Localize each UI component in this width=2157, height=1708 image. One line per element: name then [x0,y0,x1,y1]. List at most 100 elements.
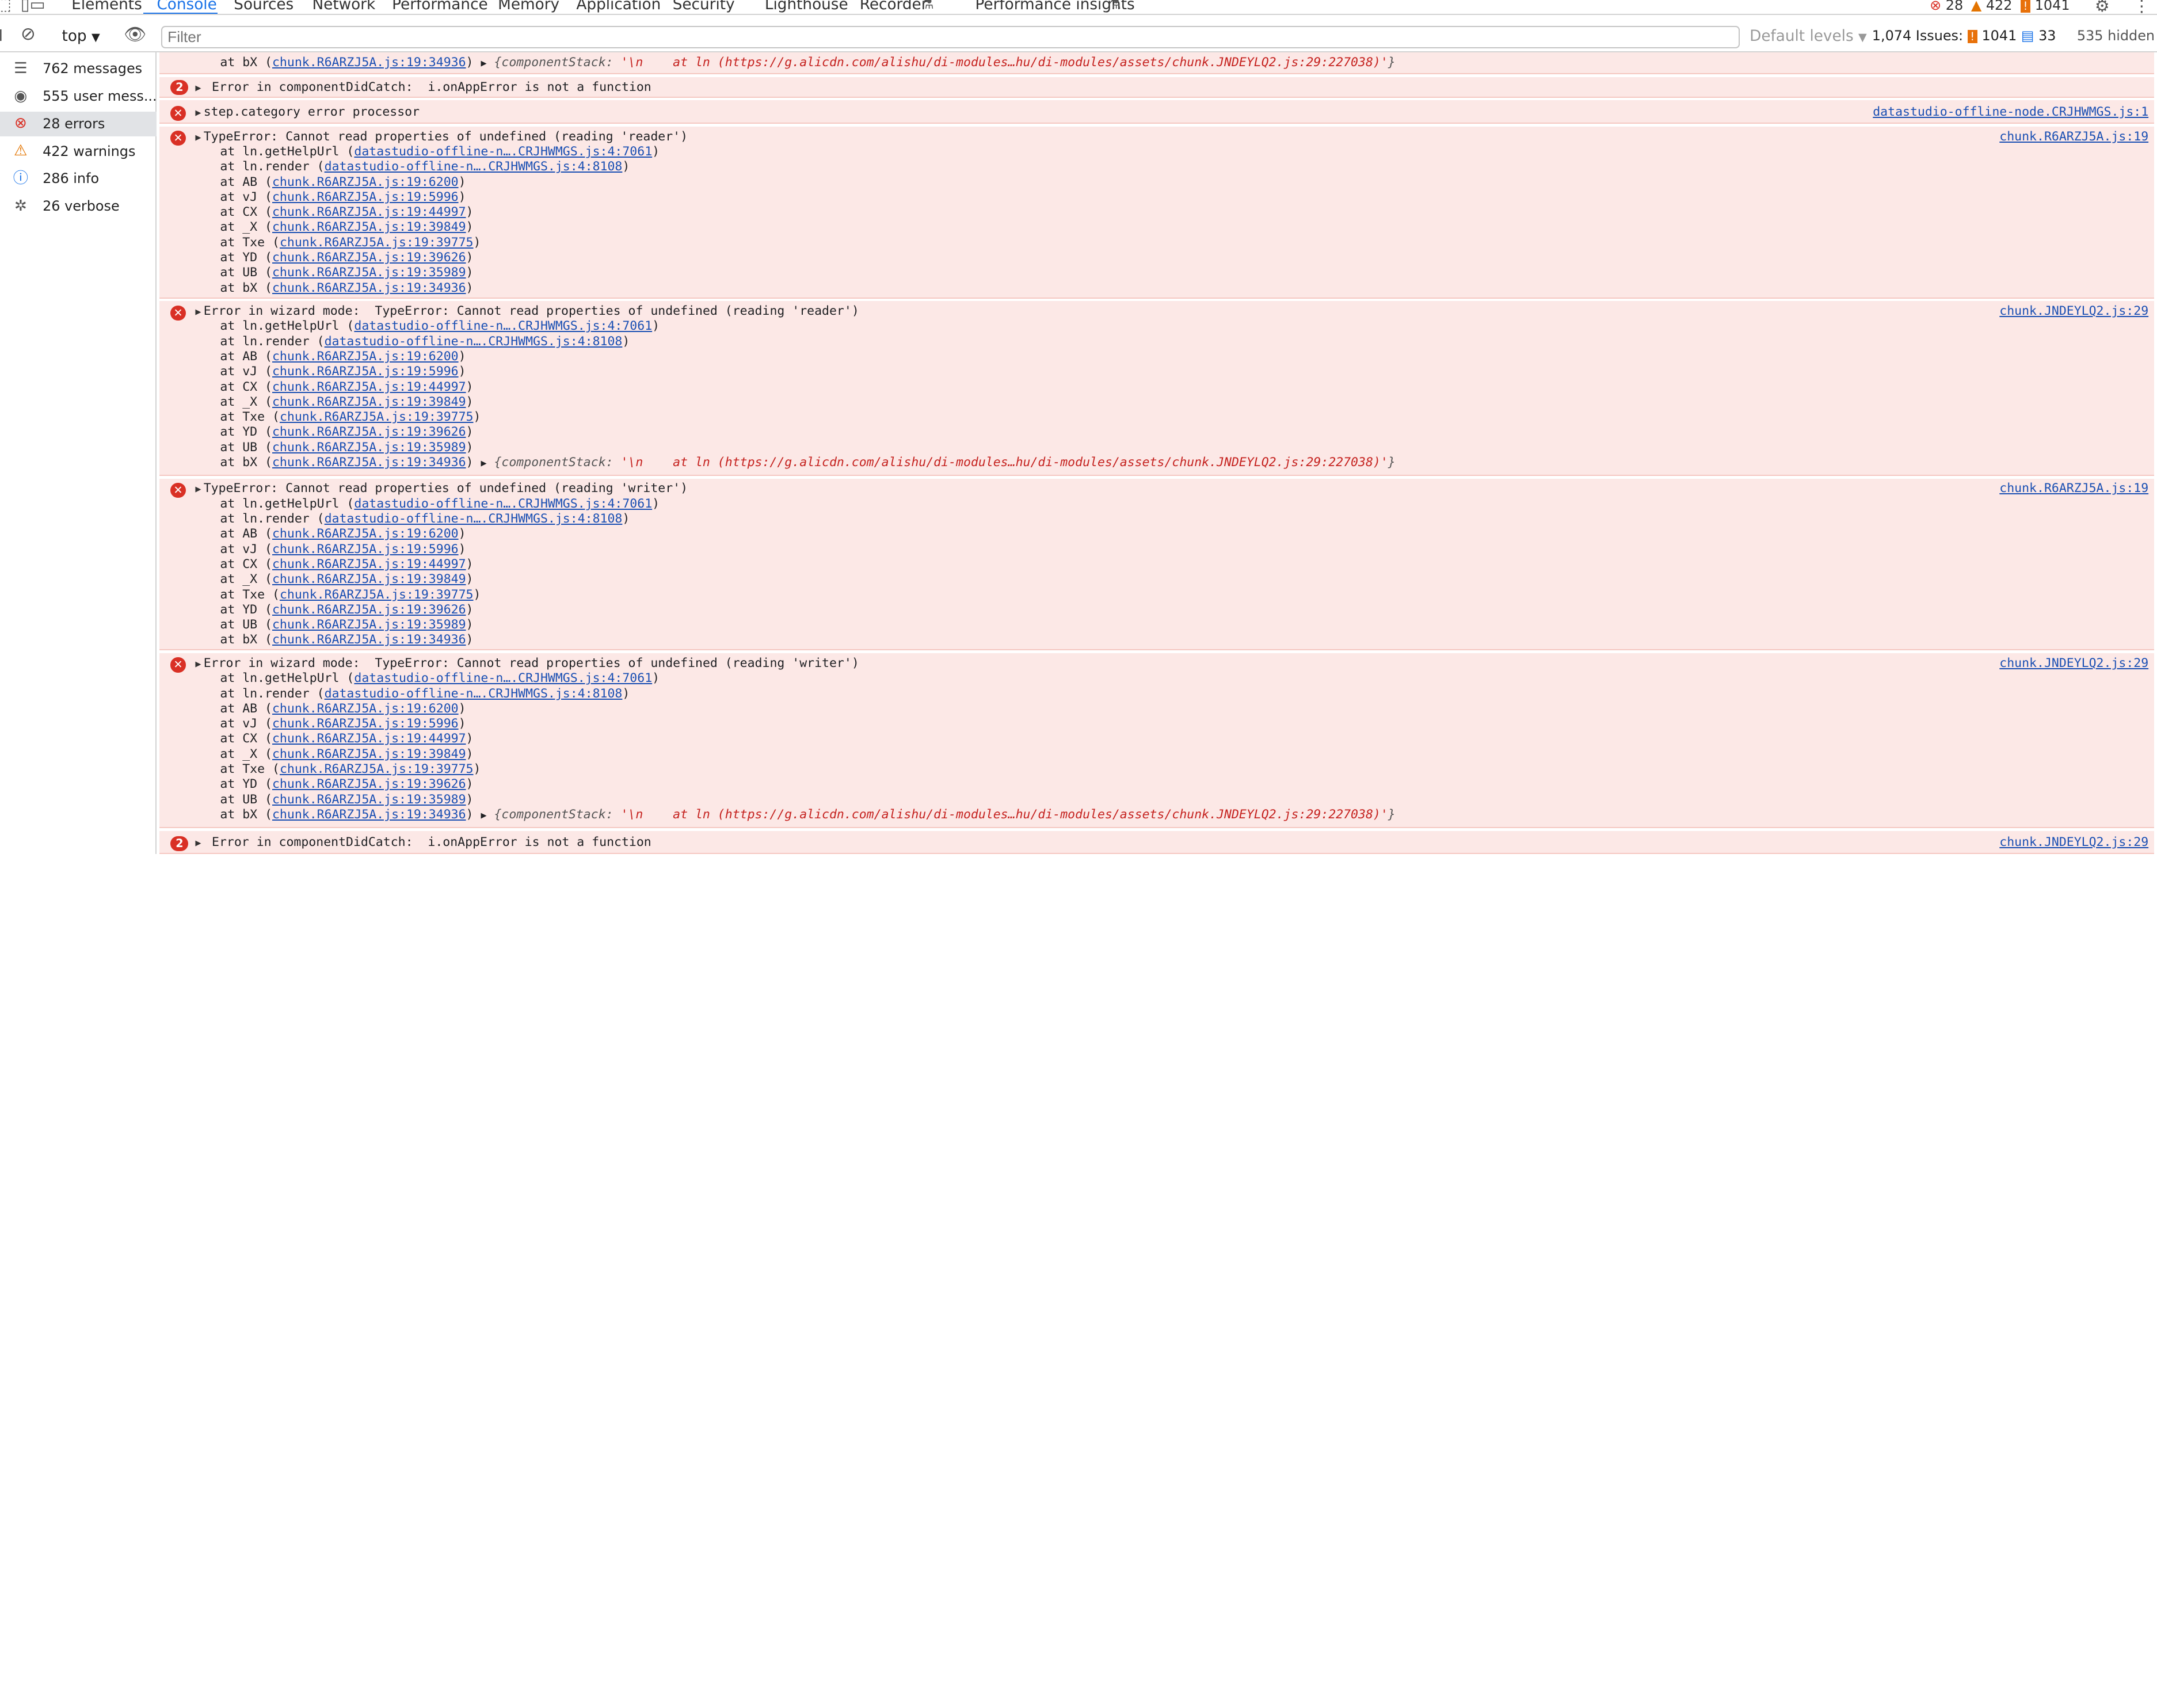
header-warning-count[interactable]: ▲ 422 [1971,0,2013,13]
context-selector[interactable]: top ▼ [62,28,100,45]
console-message-error[interactable]: ✕ ▶ TypeError: Cannot read properties of… [159,478,2154,651]
console-message-error[interactable]: ✕ ▶ step.category error processor datast… [159,100,2154,124]
source-link[interactable]: chunk.R6ARZJ5A.js:19:44997 [272,557,466,571]
header-error-count[interactable]: ⊗ 28 [1930,0,1963,13]
settings-gear-icon[interactable]: ⚙ [2095,0,2110,14]
source-link[interactable]: chunk.R6ARZJ5A.js:19:39849 [272,395,466,409]
expand-triangle-icon[interactable]: ▶ [481,457,486,468]
sidebar-item-user-messages[interactable]: ◉ 555 user mess... [0,84,157,109]
sidebar-item-verbose[interactable]: ✲ 26 verbose [0,194,157,219]
source-link[interactable]: chunk.R6ARZJ5A.js:19:34936 [272,55,466,70]
inspect-element-icon[interactable]: ⬚ [0,0,12,14]
source-link[interactable]: chunk.R6ARZJ5A.js:19:39626 [272,777,466,791]
console-message-error[interactable]: ✕ ▶ Error in wizard mode: TypeError: Can… [159,301,2154,476]
source-link[interactable]: datastudio-offline-node.CRJHWMGS.js:1 [1873,105,2148,120]
expand-triangle-icon[interactable]: ▶ [195,656,203,671]
source-link[interactable]: chunk.JNDEYLQ2.js:29 [1999,304,2148,319]
expand-triangle-icon[interactable]: ▶ [195,129,203,144]
expand-triangle-icon[interactable]: ▶ [481,809,486,821]
source-link[interactable]: chunk.JNDEYLQ2.js:29 [1999,656,2148,671]
console-message-error[interactable]: 2 ▶ Error in componentDidCatch: i.onAppE… [159,830,2154,855]
source-link[interactable]: datastudio-offline-n….CRJHWMGS.js:4:7061 [354,144,652,159]
expand-triangle-icon[interactable]: ▶ [195,481,203,496]
source-link[interactable]: chunk.R6ARZJ5A.js:19:5996 [272,542,459,556]
source-link[interactable]: chunk.R6ARZJ5A.js:19 [1999,129,2148,144]
source-link[interactable]: chunk.R6ARZJ5A.js:19:6200 [272,175,459,189]
tab-network[interactable]: Network [313,0,376,13]
source-link[interactable]: chunk.R6ARZJ5A.js:19:35989 [272,792,466,807]
source-link[interactable]: chunk.R6ARZJ5A.js:19:39626 [272,425,466,439]
source-link[interactable]: chunk.R6ARZJ5A.js:19:5996 [272,190,459,204]
sidebar-toggle-icon[interactable]: ▮ [0,26,3,43]
source-link[interactable]: chunk.R6ARZJ5A.js:19:39849 [272,572,466,586]
source-link[interactable]: chunk.R6ARZJ5A.js:19:39775 [280,762,474,776]
source-link[interactable]: chunk.R6ARZJ5A.js:19:44997 [272,380,466,394]
clear-console-icon[interactable]: ⊘ [21,24,36,44]
console-message-error[interactable]: at bX (chunk.R6ARZJ5A.js:19:34936) ▶ {co… [159,52,2154,75]
header-issues-count[interactable]: ! 1041 [2020,0,2070,13]
tab-recorder[interactable]: Recorder [860,0,928,13]
sidebar-item-errors[interactable]: ⊗ 28 errors [0,111,157,136]
source-link[interactable]: chunk.R6ARZJ5A.js:19:6200 [272,702,459,716]
source-link[interactable]: datastudio-offline-n….CRJHWMGS.js:4:7061 [354,671,652,685]
device-toolbar-icon[interactable]: ▯▭ [21,0,45,14]
stack-frame: at AB (chunk.R6ARZJ5A.js:19:6200) [220,174,466,189]
tab-console[interactable]: Console [157,0,216,13]
source-link[interactable]: chunk.R6ARZJ5A.js:19:5996 [272,716,459,731]
sidebar-item-info[interactable]: ⓘ 286 info [0,166,157,191]
source-link[interactable]: datastudio-offline-n….CRJHWMGS.js:4:8108 [325,159,623,174]
expand-triangle-icon[interactable]: ▶ [195,304,203,319]
source-link[interactable]: chunk.R6ARZJ5A.js:19:39626 [272,250,466,265]
source-link[interactable]: datastudio-offline-n….CRJHWMGS.js:4:8108 [325,512,623,526]
source-link[interactable]: chunk.R6ARZJ5A.js:19:34936 [272,455,466,470]
component-stack[interactable]: {componentStack: '\n at ln (https://g.al… [494,807,1395,822]
tab-security[interactable]: Security [673,0,735,13]
console-message-error[interactable]: ✕ ▶ Error in wizard mode: TypeError: Can… [159,653,2154,828]
tab-elements[interactable]: Elements [71,0,142,13]
default-levels-dropdown[interactable]: Default levels ▼ [1750,28,1867,45]
expand-triangle-icon[interactable]: ▶ [195,835,203,850]
error-icon: ✕ [170,482,186,498]
source-link[interactable]: datastudio-offline-n….CRJHWMGS.js:4:7061 [354,497,652,511]
source-link[interactable]: chunk.R6ARZJ5A.js:19:34936 [272,632,466,647]
issues-summary[interactable]: 1,074 Issues: ! 1041 ▤ 33 [1872,28,2056,44]
source-link[interactable]: chunk.R6ARZJ5A.js:19:6200 [272,349,459,364]
filter-input[interactable] [161,26,1740,48]
component-stack[interactable]: {componentStack: '\n at ln (https://g.al… [494,55,1395,70]
tab-performance[interactable]: Performance [392,0,488,13]
more-options-icon[interactable]: ⋮ [2133,0,2150,14]
tab-sources[interactable]: Sources [234,0,294,13]
source-link[interactable]: chunk.JNDEYLQ2.js:29 [1999,835,2148,850]
source-link[interactable]: chunk.R6ARZJ5A.js:19:39626 [272,603,466,617]
source-link[interactable]: chunk.R6ARZJ5A.js:19:35989 [272,617,466,632]
tab-application[interactable]: Application [576,0,661,13]
expand-triangle-icon[interactable]: ▶ [195,80,203,95]
source-link[interactable]: chunk.R6ARZJ5A.js:19:6200 [272,527,459,541]
source-link[interactable]: chunk.R6ARZJ5A.js:19:35989 [272,265,466,280]
source-link[interactable]: chunk.R6ARZJ5A.js:19:39775 [280,410,474,424]
source-link[interactable]: chunk.R6ARZJ5A.js:19 [1999,481,2148,496]
source-link[interactable]: chunk.R6ARZJ5A.js:19:39849 [272,220,466,234]
source-link[interactable]: chunk.R6ARZJ5A.js:19:34936 [272,281,466,295]
component-stack[interactable]: {componentStack: '\n at ln (https://g.al… [494,455,1395,470]
tab-memory[interactable]: Memory [498,0,559,13]
source-link[interactable]: datastudio-offline-n….CRJHWMGS.js:4:8108 [325,334,623,349]
source-link[interactable]: chunk.R6ARZJ5A.js:19:39775 [280,588,474,602]
source-link[interactable]: chunk.R6ARZJ5A.js:19:39775 [280,235,474,250]
live-expression-eye-icon[interactable]: 👁 [124,24,146,45]
sidebar-item-messages[interactable]: ☰ 762 messages [0,56,157,81]
source-link[interactable]: chunk.R6ARZJ5A.js:19:34936 [272,807,466,822]
source-link[interactable]: datastudio-offline-n….CRJHWMGS.js:4:7061 [354,319,652,333]
tab-lighthouse[interactable]: Lighthouse [765,0,848,13]
source-link[interactable]: chunk.R6ARZJ5A.js:19:5996 [272,364,459,379]
source-link[interactable]: chunk.R6ARZJ5A.js:19:44997 [272,731,466,746]
source-link[interactable]: chunk.R6ARZJ5A.js:19:44997 [272,205,466,219]
expand-triangle-icon[interactable]: ▶ [195,105,203,120]
console-message-error[interactable]: 2 ▶ Error in componentDidCatch: i.onAppE… [159,77,2154,98]
source-link[interactable]: chunk.R6ARZJ5A.js:19:35989 [272,440,466,455]
console-message-error[interactable]: ✕ ▶ TypeError: Cannot read properties of… [159,126,2154,299]
expand-triangle-icon[interactable]: ▶ [481,57,486,68]
source-link[interactable]: datastudio-offline-n….CRJHWMGS.js:4:8108 [325,687,623,701]
source-link[interactable]: chunk.R6ARZJ5A.js:19:39849 [272,747,466,761]
sidebar-item-warnings[interactable]: ⚠ 422 warnings [0,139,157,163]
